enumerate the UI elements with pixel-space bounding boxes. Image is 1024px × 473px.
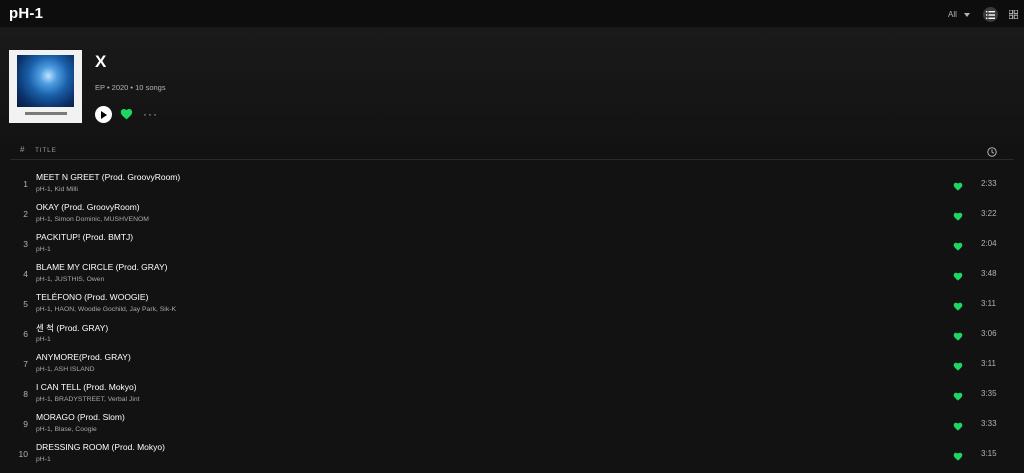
track-number: 1 <box>23 179 28 189</box>
save-track-button[interactable] <box>953 208 963 226</box>
track-row[interactable]: 3 PACKITUP! (Prod. BMTJ) pH-1 2:04 <box>0 228 1024 258</box>
album-meta: EP • 2020 • 10 songs <box>95 83 166 92</box>
save-album-button[interactable] <box>120 107 133 125</box>
heart-icon <box>120 109 133 120</box>
heart-icon <box>953 422 963 431</box>
heart-icon <box>953 362 963 371</box>
column-number: # <box>20 145 25 154</box>
track-duration: 3:33 <box>981 419 997 428</box>
more-options-button[interactable]: ··· <box>143 107 158 121</box>
track-duration: 3:15 <box>981 449 997 458</box>
track-artists[interactable]: pH-1 <box>36 336 51 343</box>
heart-icon <box>953 332 963 341</box>
track-number: 9 <box>23 419 28 429</box>
track-duration: 3:48 <box>981 269 997 278</box>
heart-icon <box>953 392 963 401</box>
track-artists[interactable]: pH-1, Kid Milli <box>36 186 78 193</box>
track-row[interactable]: 1 MEET N GREET (Prod. GroovyRoom) pH-1, Ki… <box>0 168 1024 198</box>
heart-icon <box>953 182 963 191</box>
track-artists[interactable]: pH-1, Blase, Coogie <box>36 426 97 433</box>
track-number: 6 <box>23 329 28 339</box>
track-duration: 3:35 <box>981 389 997 398</box>
list-view-icon <box>986 10 995 19</box>
track-number: 7 <box>23 359 28 369</box>
chevron-down-icon <box>963 12 970 17</box>
track-title[interactable]: 센 척 (Prod. GRAY) <box>36 322 108 334</box>
heart-icon <box>953 212 963 221</box>
grid-view-button[interactable] <box>1006 7 1021 22</box>
save-track-button[interactable] <box>953 418 963 436</box>
save-track-button[interactable] <box>953 388 963 406</box>
play-button[interactable] <box>95 106 112 123</box>
save-track-button[interactable] <box>953 178 963 196</box>
track-number: 5 <box>23 299 28 309</box>
track-artists[interactable]: pH-1 <box>36 456 51 463</box>
track-artists[interactable]: pH-1 <box>36 246 51 253</box>
column-title[interactable]: TITLE <box>35 147 57 154</box>
track-title[interactable]: TELÉFONO (Prod. WOOGIE) <box>36 292 148 302</box>
save-track-button[interactable] <box>953 268 963 286</box>
heart-icon <box>953 272 963 281</box>
top-bar: pH-1 All <box>0 0 1024 27</box>
track-row[interactable]: 6 센 척 (Prod. GRAY) pH-1 3:06 <box>0 318 1024 348</box>
album-cover-caption <box>25 112 67 115</box>
grid-view-icon <box>1009 10 1018 19</box>
track-artists[interactable]: pH-1, Simon Dominic, MUSHVENOM <box>36 216 149 223</box>
filter-dropdown[interactable]: All <box>948 10 970 19</box>
artist-title: pH-1 <box>9 5 44 22</box>
heart-icon <box>953 302 963 311</box>
album-cover[interactable] <box>9 50 82 123</box>
save-track-button[interactable] <box>953 448 963 466</box>
filter-label: All <box>948 10 957 19</box>
track-title[interactable]: BLAME MY CIRCLE (Prod. GRAY) <box>36 262 167 272</box>
track-duration: 3:11 <box>981 299 996 308</box>
track-artists[interactable]: pH-1, BRADYSTREET, Verbal Jint <box>36 396 140 403</box>
track-duration: 3:06 <box>981 329 997 338</box>
track-list: 1 MEET N GREET (Prod. GroovyRoom) pH-1, Ki… <box>0 168 1024 468</box>
track-row[interactable]: 8 I CAN TELL (Prod. Mokyo) pH-1, BRADYSTRE… <box>0 378 1024 408</box>
track-list-header: # TITLE <box>10 141 1014 160</box>
track-duration: 2:04 <box>981 239 997 248</box>
save-track-button[interactable] <box>953 238 963 256</box>
track-title[interactable]: I CAN TELL (Prod. Mokyo) <box>36 382 137 392</box>
heart-icon <box>953 452 963 461</box>
play-icon <box>101 110 107 119</box>
save-track-button[interactable] <box>953 328 963 346</box>
track-number: 3 <box>23 239 28 249</box>
track-title[interactable]: MEET N GREET (Prod. GroovyRoom) <box>36 172 180 182</box>
track-row[interactable]: 10 DRESSING ROOM (Prod. Mokyo) pH-1 3:15 <box>0 438 1024 468</box>
track-duration: 2:33 <box>981 179 997 188</box>
clock-icon <box>987 147 997 157</box>
track-number: 4 <box>23 269 28 279</box>
track-title[interactable]: MORAGO (Prod. Slom) <box>36 412 125 422</box>
track-duration: 3:22 <box>981 209 997 218</box>
track-artists[interactable]: pH-1, HAON, Woodie Gochild, Jay Park, Si… <box>36 306 176 313</box>
track-title[interactable]: ANYMORE(Prod. GRAY) <box>36 352 131 362</box>
save-track-button[interactable] <box>953 298 963 316</box>
track-row[interactable]: 4 BLAME MY CIRCLE (Prod. GRAY) pH-1, JUSTH… <box>0 258 1024 288</box>
track-row[interactable]: 5 TELÉFONO (Prod. WOOGIE) pH-1, HAON, Wood… <box>0 288 1024 318</box>
list-view-button[interactable] <box>983 7 998 22</box>
album-title: X <box>95 52 107 71</box>
track-artists[interactable]: pH-1, ASH ISLAND <box>36 366 95 373</box>
track-row[interactable]: 9 MORAGO (Prod. Slom) pH-1, Blase, Coogie 3… <box>0 408 1024 438</box>
track-title[interactable]: DRESSING ROOM (Prod. Mokyo) <box>36 442 165 452</box>
track-row[interactable]: 2 OKAY (Prod. GroovyRoom) pH-1, Simon Domi… <box>0 198 1024 228</box>
track-number: 10 <box>18 449 28 459</box>
track-row[interactable]: 7 ANYMORE(Prod. GRAY) pH-1, ASH ISLAND 3:11 <box>0 348 1024 378</box>
heart-icon <box>953 242 963 251</box>
album-cover-art <box>17 55 74 107</box>
track-number: 2 <box>23 209 28 219</box>
column-duration[interactable] <box>987 144 997 162</box>
track-number: 8 <box>23 389 28 399</box>
track-title[interactable]: OKAY (Prod. GroovyRoom) <box>36 202 140 212</box>
track-duration: 3:11 <box>981 359 996 368</box>
track-title[interactable]: PACKITUP! (Prod. BMTJ) <box>36 232 133 242</box>
save-track-button[interactable] <box>953 358 963 376</box>
track-artists[interactable]: pH-1, JUSTHIS, Owen <box>36 276 104 283</box>
